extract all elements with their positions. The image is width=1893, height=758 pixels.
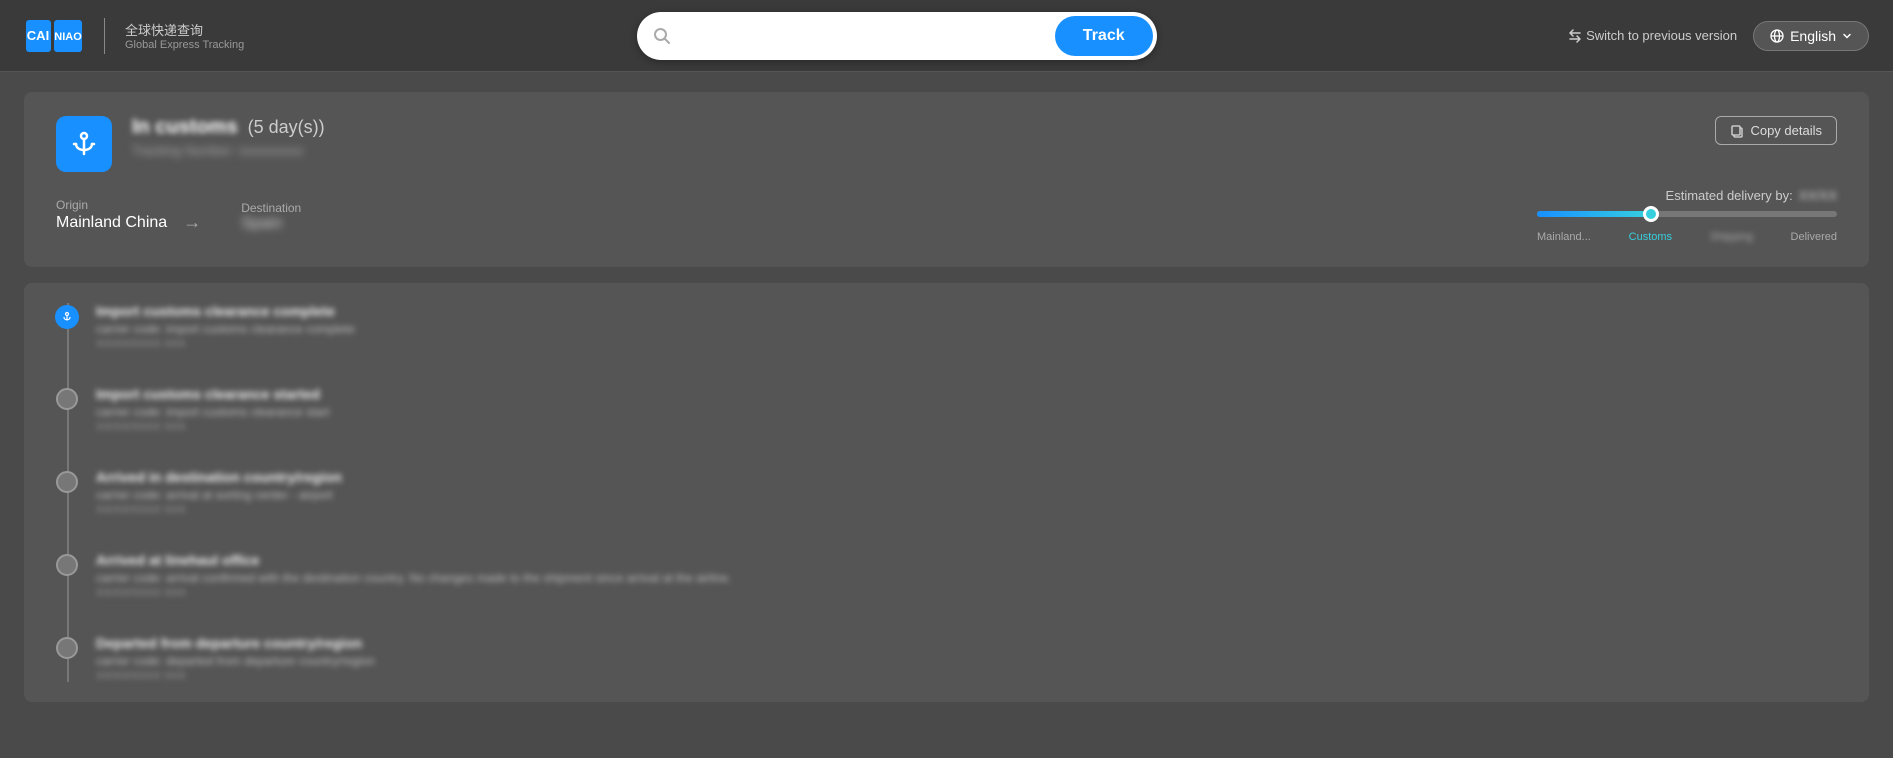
logo-en-text: Global Express Tracking xyxy=(125,39,244,51)
prog-label-shipping: Shipping xyxy=(1710,231,1753,243)
timeline-event-subtitle: carrier code: import customs clearance c… xyxy=(96,322,1837,336)
search-box: Track xyxy=(637,12,1157,60)
timeline-dot xyxy=(56,471,78,493)
timeline-dot xyxy=(56,637,78,659)
timeline-event-subtitle: carrier code: arrival confirmed with the… xyxy=(96,571,1837,585)
destination-value: Spain xyxy=(241,215,282,232)
logo-area: CAI NIAO 全球快递查询 Global Express Tracking xyxy=(24,16,244,56)
search-area: Track xyxy=(244,12,1549,60)
timeline-event-time: XX/XX/XXXX XXX xyxy=(96,670,1837,682)
tracking-card: In customs (5 day(s)) Tracking Number: x… xyxy=(24,92,1869,267)
timeline-event-time: XX/XX/XXXX XXX xyxy=(96,504,1837,516)
search-icon xyxy=(653,27,671,45)
svg-text:CAI: CAI xyxy=(27,28,49,43)
est-delivery-label: Estimated delivery by: xyxy=(1666,188,1793,203)
search-input[interactable] xyxy=(679,28,1055,44)
cainiao-logo-svg: CAI NIAO xyxy=(24,16,84,56)
timeline-item: Import customs clearance started carrier… xyxy=(96,386,1837,433)
prog-label-delivered: Delivered xyxy=(1791,231,1837,243)
logo-cn-text: 全球快递查询 xyxy=(125,20,244,39)
tracking-number: Tracking Number: xxxxxxxxxx xyxy=(132,143,325,158)
route-left: Origin Mainland China → Destination Spai… xyxy=(56,198,301,233)
header: CAI NIAO 全球快递查询 Global Express Tracking … xyxy=(0,0,1893,72)
est-date: XX/XX xyxy=(1799,188,1837,203)
progress-fill xyxy=(1537,211,1651,217)
timeline-event-time: XX/XX/XXXX XXX xyxy=(96,421,1837,433)
progress-labels: Mainland... Customs Shipping Delivered xyxy=(1537,231,1837,243)
progress-bar-wrap xyxy=(1537,211,1837,217)
arrow-icon: → xyxy=(183,212,201,233)
logo-text-block: 全球快递查询 Global Express Tracking xyxy=(125,20,244,51)
copy-icon xyxy=(1730,124,1744,138)
origin-value: Mainland China xyxy=(56,214,167,232)
header-right: Switch to previous version English xyxy=(1549,21,1869,51)
timeline-event-title: Import customs clearance started xyxy=(96,386,1837,402)
copy-details-label: Copy details xyxy=(1750,123,1822,138)
status-text: In customs xyxy=(132,116,238,139)
route-section: Origin Mainland China → Destination Spai… xyxy=(56,188,1837,243)
timeline-item: Arrived at linehaul office carrier code:… xyxy=(96,552,1837,599)
destination-block: Destination Spain xyxy=(241,201,301,233)
route-origin: Mainland China → xyxy=(56,212,201,233)
timeline-event-time: XX/XX/XXXX XXX xyxy=(96,338,1837,350)
status-info: In customs (5 day(s)) Tracking Number: x… xyxy=(132,116,325,158)
origin-label: Origin xyxy=(56,198,201,212)
lang-label: English xyxy=(1790,28,1836,44)
estimated-delivery: Estimated delivery by: XX/XX xyxy=(1666,188,1837,203)
track-button[interactable]: Track xyxy=(1055,16,1153,56)
anchor-icon xyxy=(68,128,100,160)
timeline-item: Departed from departure country/region c… xyxy=(96,635,1837,682)
copy-details-button[interactable]: Copy details xyxy=(1715,116,1837,145)
globe-icon xyxy=(1770,29,1784,43)
timeline-event-title: Import customs clearance complete xyxy=(96,303,1837,319)
timeline-item: Import customs clearance complete carrie… xyxy=(96,303,1837,350)
timeline-event-subtitle: carrier code: arrival at sorting center … xyxy=(96,488,1837,502)
switch-version-label: Switch to previous version xyxy=(1586,28,1737,43)
timeline-event-title: Departed from departure country/region xyxy=(96,635,1837,651)
timeline-event-title: Arrived in destination country/region xyxy=(96,469,1837,485)
timeline-section: Import customs clearance complete carrie… xyxy=(24,283,1869,702)
prog-label-customs: Customs xyxy=(1629,231,1672,243)
timeline: Import customs clearance complete carrie… xyxy=(56,303,1837,682)
timeline-event-subtitle: carrier code: import customs clearance s… xyxy=(96,405,1837,419)
main-content: In customs (5 day(s)) Tracking Number: x… xyxy=(0,72,1893,722)
svg-text:NIAO: NIAO xyxy=(54,31,82,43)
status-icon-box xyxy=(56,116,112,172)
switch-icon xyxy=(1568,29,1582,43)
switch-version-link[interactable]: Switch to previous version xyxy=(1568,28,1737,43)
chevron-down-icon xyxy=(1842,31,1852,41)
timeline-dot xyxy=(56,554,78,576)
progress-section: Estimated delivery by: XX/XX Mainland...… xyxy=(1517,188,1837,243)
timeline-item: Arrived in destination country/region ca… xyxy=(96,469,1837,516)
card-header: In customs (5 day(s)) Tracking Number: x… xyxy=(56,116,1837,172)
origin-block: Origin Mainland China → xyxy=(56,198,201,233)
language-button[interactable]: English xyxy=(1753,21,1869,51)
card-header-left: In customs (5 day(s)) Tracking Number: x… xyxy=(56,116,325,172)
status-days: (5 day(s)) xyxy=(248,117,325,138)
progress-thumb xyxy=(1643,206,1659,222)
timeline-event-time: XX/XX/XXXX XXX xyxy=(96,587,1837,599)
timeline-dot xyxy=(56,388,78,410)
timeline-dot xyxy=(55,305,79,329)
timeline-event-title: Arrived at linehaul office xyxy=(96,552,1837,568)
prog-label-mainland: Mainland... xyxy=(1537,231,1591,243)
logo-divider xyxy=(104,18,105,54)
status-title: In customs (5 day(s)) xyxy=(132,116,325,139)
cainiao-logo: CAI NIAO xyxy=(24,16,84,56)
timeline-event-subtitle: carrier code: departed from departure co… xyxy=(96,654,1837,668)
progress-track xyxy=(1537,211,1837,217)
destination-label: Destination xyxy=(241,201,301,215)
